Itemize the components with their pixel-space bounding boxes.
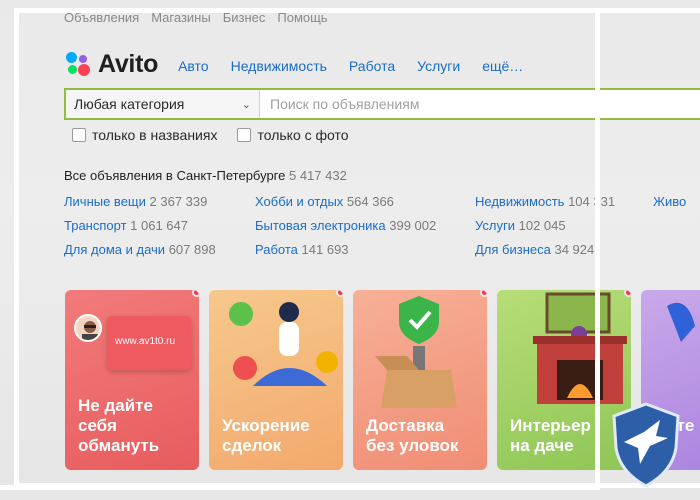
category-link[interactable]: Работа 141 693 [255,242,349,257]
nav-realty[interactable]: Недвижимость [231,58,327,74]
category-link[interactable]: Услуги 102 045 [475,218,566,233]
filter-label: только в названиях [92,127,218,143]
category-grid: Личные вещи 2 367 339 Хобби и отдых 564 … [64,194,700,264]
filter-label: только с фото [257,127,349,143]
fake-site-card: www.av1t0.ru [107,316,191,370]
chair-illustration [667,302,695,342]
logo[interactable]: Avito [64,50,158,79]
topnav-ads[interactable]: Объявления [64,10,139,25]
nav-services[interactable]: Услуги [417,58,460,74]
filter-titles-only[interactable]: только в названиях [72,127,217,143]
search-bar: Любая категория ⌄ [64,88,700,120]
header: Avito Авто Недвижимость Работа Услуги ещ… [64,48,523,80]
category-link[interactable]: Хобби и отдых 564 366 [255,194,394,209]
category-link[interactable]: Живо [653,194,686,209]
notification-dot [624,290,631,297]
shield-eagle-icon [612,402,680,488]
woman-multipliers-illustration [229,302,338,386]
promo-card-title: Ускорение сделок [222,416,310,455]
chevron-down-icon: ⌄ [241,98,251,111]
category-link[interactable]: Бытовая электроника 399 002 [255,218,436,233]
promo-card-delivery[interactable]: Доставка без уловок [353,290,487,470]
box-shield-illustration [375,296,457,408]
top-nav: Объявления Магазины Бизнес Помощь [64,10,328,25]
total-label: Все объявления в Санкт-Петербурге [64,168,286,183]
filter-with-photo[interactable]: только с фото [237,127,349,143]
main-nav: Авто Недвижимость Работа Услуги ещё… [178,58,523,74]
category-select[interactable]: Любая категория ⌄ [66,90,260,118]
notification-dot [336,290,343,297]
category-link[interactable]: Транспорт 1 061 647 [64,218,188,233]
search-filters: только в названиях только с фото [72,127,349,143]
topnav-shops[interactable]: Магазины [151,10,211,25]
promo-cards: www.av1t0.ru Не дайте себя обмануть Уско… [65,290,700,470]
fake-site-url: www.av1t0.ru [115,336,176,347]
logo-text: Avito [98,49,159,78]
avito-logo-icon [64,50,92,78]
notification-dot [192,290,199,297]
notification-dot [480,290,487,297]
category-link[interactable]: Личные вещи 2 367 339 [64,194,207,209]
nav-jobs[interactable]: Работа [349,58,395,74]
search-input[interactable] [260,90,700,118]
total-count: 5 417 432 [288,168,347,183]
promo-card-title: Не дайте себя обмануть [78,396,160,455]
fireplace-illustration [533,292,627,404]
category-link[interactable]: Для бизнеса 34 924 [475,242,594,257]
total-ads: Все объявления в Санкт-Петербурге 5 417 … [64,168,347,183]
promo-card-speedup[interactable]: Ускорение сделок [209,290,343,470]
category-link[interactable]: Для дома и дачи 607 898 [64,242,216,257]
checkbox[interactable] [72,128,86,142]
nav-auto[interactable]: Авто [178,58,209,74]
category-link[interactable]: Недвижимость 104 331 [475,194,615,209]
avatar [74,314,102,342]
checkbox[interactable] [237,128,252,142]
page: Объявления Магазины Бизнес Помощь Avito … [0,0,700,500]
topnav-help[interactable]: Помощь [277,10,327,25]
promo-card-title: Доставка без уловок [366,416,459,455]
topnav-business[interactable]: Бизнес [223,10,266,25]
promo-card-fraud[interactable]: www.av1t0.ru Не дайте себя обмануть [65,290,199,470]
category-select-value: Любая категория [74,96,185,112]
nav-more[interactable]: ещё… [482,58,523,74]
promo-card-title: Интерьер на даче [510,416,591,455]
